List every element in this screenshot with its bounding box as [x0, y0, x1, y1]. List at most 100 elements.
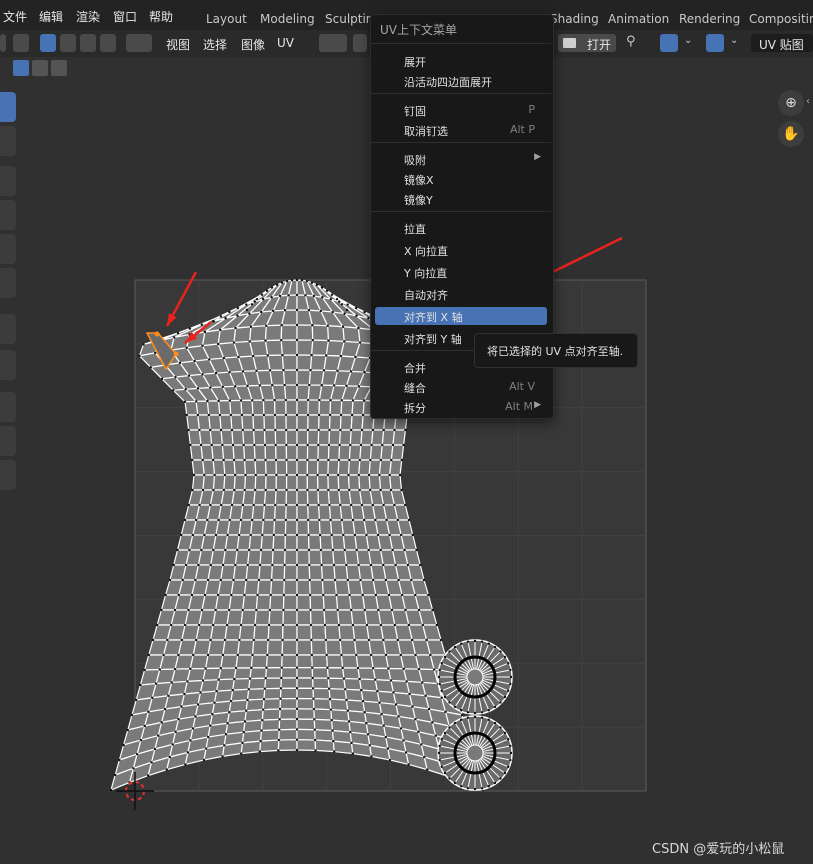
menu-item-1[interactable]: 沿活动四边面展开	[375, 72, 547, 90]
uv-vertex	[251, 653, 254, 657]
uv-face	[274, 414, 287, 431]
menu-item-5[interactable]: 镜像X	[375, 170, 547, 188]
uv-face	[138, 352, 167, 368]
rotate-tool[interactable]	[0, 200, 16, 230]
uv-face	[253, 624, 270, 641]
sync-selection-button[interactable]	[13, 34, 29, 52]
uv-face	[211, 700, 232, 715]
menu-item-4[interactable]: 吸附 ▶	[375, 150, 547, 168]
edge-select-button[interactable]	[60, 34, 76, 52]
menu-item-3[interactable]: 取消钉选 Alt P	[375, 121, 547, 139]
uv-face	[357, 667, 377, 681]
uv-face	[333, 370, 352, 387]
annotate-tool[interactable]	[0, 314, 16, 344]
uv-face	[143, 708, 166, 727]
uv-menu[interactable]: UV	[277, 36, 294, 50]
menu-item-11[interactable]: 对齐到 X 轴	[375, 307, 547, 325]
uv-face	[332, 549, 347, 566]
uv-vertex	[359, 443, 363, 447]
uv-face	[280, 309, 298, 326]
uv-vertex	[353, 533, 357, 537]
uv-vertex	[187, 374, 191, 377]
menu-help[interactable]: 帮助	[149, 8, 173, 25]
menu-item-14[interactable]: 缝合 Alt V	[375, 378, 547, 396]
uv-face	[307, 429, 320, 446]
tab-layout[interactable]: Layout	[206, 12, 247, 26]
menu-item-6[interactable]: 镜像Y	[375, 190, 547, 208]
uv-face	[171, 388, 198, 403]
menu-item-9[interactable]: Y 向拉直	[375, 263, 547, 281]
uv-face	[234, 311, 263, 329]
pivot-dropdown[interactable]	[319, 34, 347, 52]
uv-vertex	[345, 308, 349, 312]
uv-vertex	[295, 488, 299, 492]
uv-vertex	[253, 443, 256, 447]
menu-window[interactable]: 窗口	[113, 8, 137, 25]
grab-tool[interactable]	[0, 392, 16, 422]
chevron-down-icon[interactable]: ⌄	[684, 35, 692, 46]
select-extend-button[interactable]	[32, 60, 48, 76]
menu-item-15[interactable]: 拆分 Alt M ▶	[375, 398, 547, 416]
select-new-button[interactable]	[13, 60, 29, 76]
uv-vertex	[402, 443, 405, 447]
select-menu[interactable]: 选择	[203, 36, 227, 53]
sticky-select-dropdown[interactable]	[126, 34, 152, 52]
uv-vertex	[346, 303, 349, 306]
overlay-chevron-icon[interactable]: ⌄	[730, 35, 738, 46]
rip-tool[interactable]	[0, 350, 16, 380]
uv-face	[385, 654, 405, 670]
uv-vertex	[300, 279, 304, 282]
editor-type-button[interactable]	[0, 34, 6, 52]
select-subtract-button[interactable]	[51, 60, 67, 76]
uv-vertex	[378, 473, 381, 477]
move-tool[interactable]	[0, 166, 16, 196]
uv-vertex	[361, 699, 365, 703]
uv-face	[191, 579, 209, 596]
zoom-icon[interactable]: ⊕	[778, 90, 804, 116]
uv-vertex	[368, 744, 371, 747]
vertex-select-button[interactable]	[40, 34, 56, 52]
tab-modeling[interactable]: Modeling	[260, 12, 315, 26]
view-menu[interactable]: 视图	[166, 36, 190, 53]
tab-compositing[interactable]: Compositing	[749, 12, 813, 26]
menu-item-8[interactable]: X 向拉直	[375, 241, 547, 259]
tab-rendering[interactable]: Rendering	[679, 12, 740, 26]
menu-item-0[interactable]: 展开	[375, 52, 547, 70]
uv-face	[160, 376, 187, 391]
menu-file[interactable]: 文件	[3, 8, 27, 25]
uv-vertex	[217, 399, 220, 403]
uv-vertex	[354, 306, 358, 310]
select-box-tool[interactable]	[0, 92, 16, 122]
tab-animation[interactable]: Animation	[608, 12, 669, 26]
snap-toggle[interactable]	[353, 34, 367, 52]
uv-vertex	[380, 712, 383, 716]
uv-vertex	[390, 608, 394, 612]
cursor-tool[interactable]	[0, 126, 16, 156]
image-menu[interactable]: 图像	[241, 36, 265, 53]
menu-item-2[interactable]: 钉固 P	[375, 101, 547, 119]
menu-item-10[interactable]: 自动对齐	[375, 285, 547, 303]
face-select-button[interactable]	[80, 34, 96, 52]
hand-pan-icon[interactable]: ✋	[778, 121, 804, 147]
uv-face	[270, 564, 286, 581]
uv-vertex	[348, 593, 351, 597]
pin-icon[interactable]: ⚲	[626, 34, 636, 49]
uv-vertex	[343, 548, 346, 552]
scale-tool[interactable]	[0, 234, 16, 264]
sidebar-collapse-icon[interactable]: ‹	[806, 96, 810, 107]
menu-render[interactable]: 渲染	[76, 8, 100, 25]
menu-item-7[interactable]: 拉直	[375, 219, 547, 237]
island-select-button[interactable]	[100, 34, 116, 52]
transform-tool[interactable]	[0, 268, 16, 298]
uv-vertex	[322, 369, 326, 372]
uv-face	[358, 474, 371, 491]
overlay-toggle-button[interactable]	[706, 34, 724, 52]
uv-vertex	[236, 306, 240, 310]
uv-face	[282, 609, 298, 626]
pinch-tool[interactable]	[0, 460, 16, 490]
uv-vertex	[274, 488, 278, 492]
tab-shading[interactable]: Shading	[550, 12, 599, 26]
menu-edit[interactable]: 编辑	[39, 8, 63, 25]
uv-sync-icon-button[interactable]	[660, 34, 678, 52]
relax-tool[interactable]	[0, 426, 16, 456]
